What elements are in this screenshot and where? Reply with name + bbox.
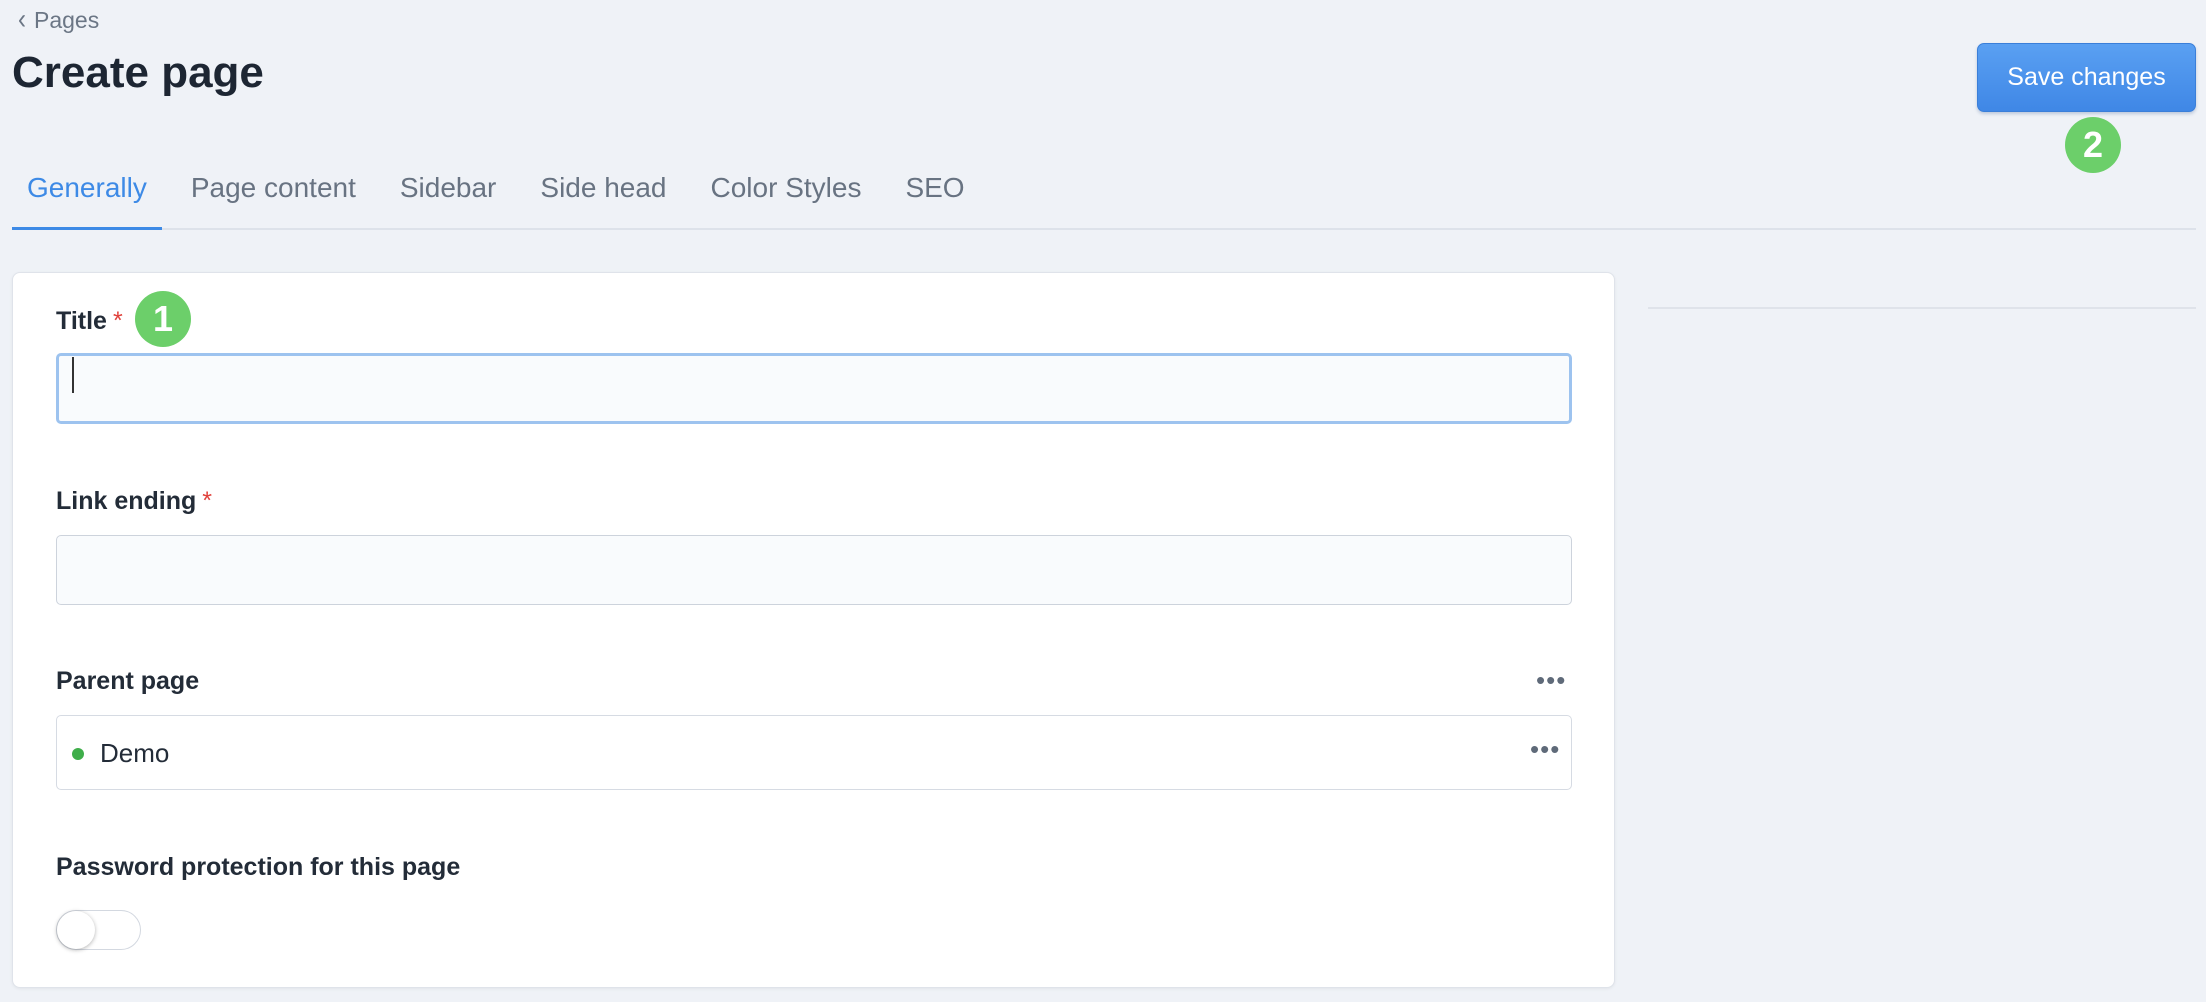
breadcrumb-label[interactable]: Pages	[34, 7, 99, 34]
page-title: Create page	[12, 48, 264, 97]
step-marker-1: 1	[135, 291, 191, 347]
title-field-label: Title *	[56, 307, 123, 336]
tab-bar: Generally Page content Sidebar Side head…	[12, 166, 2196, 230]
required-asterisk: *	[112, 307, 123, 335]
tab-generally[interactable]: Generally	[12, 166, 162, 230]
chevron-left-icon: ‹	[18, 3, 26, 36]
breadcrumb[interactable]: ‹ Pages	[18, 3, 99, 36]
link-ending-input[interactable]	[56, 535, 1572, 605]
parent-page-label: Parent page	[56, 667, 200, 695]
tab-sidebar[interactable]: Sidebar	[385, 166, 512, 230]
tab-side-head[interactable]: Side head	[525, 166, 681, 230]
required-asterisk: *	[202, 487, 213, 515]
text-cursor	[72, 357, 74, 393]
more-options-icon[interactable]: •••	[1536, 665, 1566, 696]
parent-page-value: Demo	[100, 738, 170, 768]
link-ending-label: Link ending *	[56, 487, 212, 516]
sidebar-divider	[1648, 307, 2196, 309]
step-marker-2: 2	[2065, 117, 2121, 173]
tab-color-styles[interactable]: Color Styles	[696, 166, 877, 230]
password-protection-toggle[interactable]	[56, 910, 141, 950]
title-input[interactable]	[56, 353, 1572, 424]
status-dot-icon	[72, 748, 84, 760]
tab-page-content[interactable]: Page content	[176, 166, 371, 230]
general-settings-card: Title * 1 Link ending * Parent page ••• De…	[12, 272, 1615, 988]
toggle-knob	[57, 911, 95, 949]
parent-page-select[interactable]: Demo •••	[56, 715, 1572, 790]
parent-more-options-icon[interactable]: •••	[1530, 734, 1560, 765]
save-button[interactable]: Save changes	[1977, 43, 2196, 112]
tab-seo[interactable]: SEO	[890, 166, 979, 230]
password-protection-label: Password protection for this page	[56, 853, 461, 881]
link-ending-label-text: Link ending	[56, 487, 197, 515]
title-label-text: Title	[56, 307, 107, 335]
